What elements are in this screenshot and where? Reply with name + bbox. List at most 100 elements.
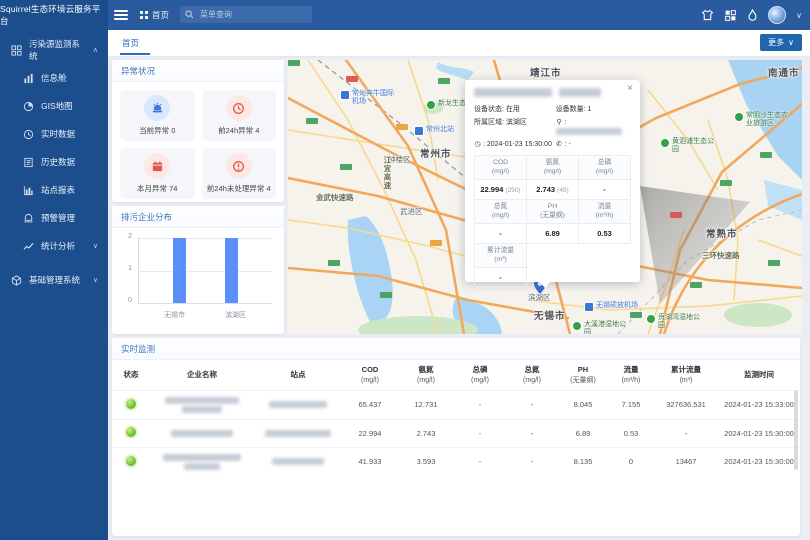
search-icon [185, 10, 194, 19]
layout-screens-icon[interactable] [724, 9, 737, 22]
panel-title: 排污企业分布 [112, 206, 284, 228]
tab-bar: 首页 更多∨ [108, 30, 810, 57]
enterprise-distribution-panel: 排污企业分布 2 1 0 无锡市 滨湖区 [112, 206, 284, 334]
sidebar-item-history-data[interactable]: 历史数据 [12, 148, 108, 176]
search-input[interactable] [198, 9, 307, 20]
abnormal-status-panel: 异常状况 当前异常 0 前24h异常 4 本月异常 74 前24h未处理异常 4 [112, 60, 284, 202]
popup-pointer [539, 281, 551, 288]
table-row[interactable]: 65.43712.731 -- 8.0457.155 327636.531202… [112, 390, 800, 419]
road-badge [346, 76, 358, 82]
map-poi-park: 贡湖湾湿地公园 [646, 314, 704, 330]
table-row[interactable]: 22.9942.743 -- 6.890.53 -2024-01-23 15:3… [112, 419, 800, 447]
breadcrumb[interactable]: 首页 [140, 0, 169, 30]
panel-title: 异常状况 [112, 60, 284, 82]
x-category: 无锡市 [164, 310, 185, 320]
sidebar-section-basic-management[interactable]: 基础管理系统 ∨ [0, 266, 108, 294]
address: ⚲ : [556, 118, 631, 136]
map-label-city: 南通市 [768, 65, 800, 79]
road-badge [288, 60, 300, 66]
top-header: Squirrel生态环境云服务平台 首页 ∨ [0, 0, 810, 30]
flame-icon[interactable] [747, 9, 758, 22]
road-badge [768, 260, 780, 266]
gis-map[interactable]: 常州市 钟楼区 武进区 无锡市 滨湖区 常熟市 南通市 靖江市 金武快速路 三环… [288, 60, 802, 334]
map-label-city: 无锡市 [534, 308, 566, 322]
map-label-road: 江宜高速 [382, 156, 393, 190]
monitor-table: 状态 企业名称 站点 COD(mg/l) 氨氮(mg/l) 总磷(mg/l) 总… [112, 360, 800, 476]
map-label-city: 靖江市 [530, 65, 562, 79]
phone-icon: ✆ [556, 140, 563, 149]
status-dot-green [126, 427, 136, 437]
road-badge [328, 260, 340, 266]
sidebar-item-realtime-data[interactable]: 实时数据 [12, 120, 108, 148]
status-dot-green [126, 456, 136, 466]
monitor-grid-icon [10, 44, 22, 56]
chevron-down-icon: ∨ [788, 38, 794, 47]
status-dot-green [126, 399, 136, 409]
grid-icon [140, 11, 148, 19]
alarm-bell-icon [22, 212, 34, 224]
redacted-station-title [474, 88, 631, 99]
redacted-company-name [152, 430, 252, 437]
realtime-monitor-panel: 实时监测 状态 企业名称 站点 COD(mg/l) 氨氮(mg/l) 总磷(mg… [112, 338, 800, 536]
report-chart-icon [22, 184, 34, 196]
clock-icon [22, 128, 34, 140]
road-badge [306, 118, 318, 124]
chevron-up-icon: ∧ [93, 46, 98, 54]
bar-chart-plot [138, 238, 272, 304]
sidebar-item-info-cabin[interactable]: 信息舱 [12, 64, 108, 92]
active-tab-underline [120, 53, 150, 55]
map-label-city: 常州市 [420, 146, 452, 160]
app-logo: Squirrel生态环境云服务平台 [0, 0, 108, 30]
history-doc-icon [22, 156, 34, 168]
sidebar-item-station-report[interactable]: 站点报表 [12, 176, 108, 204]
road-badge [670, 212, 682, 218]
airport-icon [340, 90, 350, 100]
y-tick: 2 [116, 233, 132, 240]
sidebar-item-statistics[interactable]: 统计分析 ∨ [12, 232, 108, 260]
tab-home[interactable]: 首页 [122, 30, 139, 55]
table-row[interactable]: 41.9333.593 -- 8.1350 134672024-01-23 15… [112, 447, 800, 476]
user-avatar[interactable] [768, 6, 786, 24]
redacted-station-name [256, 430, 340, 437]
park-icon [646, 314, 656, 324]
chevron-down-icon[interactable]: ∨ [796, 11, 802, 20]
region: 所属区域: 滨湖区 [474, 118, 556, 136]
road-badge [720, 180, 732, 186]
park-icon [572, 321, 582, 331]
y-tick: 0 [116, 297, 132, 304]
menu-toggle-icon[interactable] [114, 8, 128, 20]
card-24h-abnormal[interactable]: 前24h异常 4 [202, 90, 277, 141]
road-badge [340, 164, 352, 170]
trend-line-icon [22, 240, 34, 252]
map-label-city: 常熟市 [706, 226, 738, 240]
bar [173, 238, 186, 303]
update-time: ◷ : 2024-01-23 15:30:00 [474, 140, 556, 149]
cube-icon [10, 274, 22, 286]
card-current-abnormal[interactable]: 当前异常 0 [120, 90, 195, 141]
airport-icon [584, 302, 594, 312]
map-poi-park: 常阴沙生态农业旅游区 [734, 112, 792, 128]
popup-metrics-table: COD(mg/l) 氨氮(mg/l) 总磷(mg/l) 22.994 (250)… [474, 155, 631, 288]
map-label-road: 三环快速路 [702, 250, 740, 261]
clock-alert-icon [226, 95, 252, 121]
sidebar-section-pollution-monitoring[interactable]: 污染源监测系统 ∧ [0, 36, 108, 64]
y-tick: 1 [116, 265, 132, 272]
park-icon [660, 138, 670, 148]
card-month-abnormal[interactable]: 本月异常 74 [120, 148, 195, 199]
map-poi-park: 黄泗浦生态公园 [660, 138, 718, 154]
map-poi-airport: 无锡硕放机场 [584, 302, 638, 312]
chevron-down-icon: ∨ [93, 242, 98, 250]
theme-skin-icon[interactable] [701, 9, 714, 22]
card-24h-unhandled-abnormal[interactable]: 前24h未处理异常 4 [202, 148, 277, 199]
park-icon [426, 100, 436, 110]
close-icon[interactable]: × [627, 83, 633, 94]
sidebar-item-alert-management[interactable]: 预警管理 [12, 204, 108, 232]
more-button[interactable]: 更多∨ [760, 34, 802, 51]
redacted-station-name [256, 401, 340, 408]
menu-search[interactable] [180, 6, 312, 23]
device-status: 设备状态: 在用 [474, 105, 556, 114]
table-scrollbar[interactable] [794, 390, 798, 470]
road-badge [630, 312, 642, 318]
exclamation-icon [226, 153, 252, 179]
sidebar-item-gis-map[interactable]: GIS地图 [12, 92, 108, 120]
